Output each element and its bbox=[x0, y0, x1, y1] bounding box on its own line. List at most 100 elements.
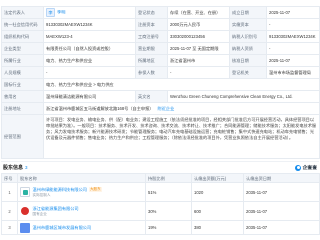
column-header-ratio[interactable]: 持股比例 bbox=[145, 173, 192, 183]
info-row-address: 注册地址 浙江省温州市鹿城区五马街道解放北路168号（自主申报） 附近企业 bbox=[1, 102, 320, 115]
former-name-label: 曾用名 bbox=[1, 90, 44, 103]
info-row-names: 曾用名 温州绿能清洁能源有限公司 英文名 Wenzhou Green Chune… bbox=[1, 90, 320, 103]
legal-rep-avatar-icon[interactable]: 李 bbox=[46, 8, 55, 17]
company-type-value: 有限责任公司（自然人投资或控股） bbox=[43, 42, 136, 55]
registered-address-cell: 浙江省温州市鹿城区五马街道解放北路168号（自主申报） 附近企业 bbox=[43, 102, 320, 115]
shareholder-section-header: 股东信息 3 企查查 bbox=[1, 161, 319, 173]
legal-rep-value: 李李明 bbox=[43, 6, 136, 19]
column-header-date[interactable]: 认缴出资日期 bbox=[243, 173, 320, 183]
tax-id-value: 91330302MAEXW1234K bbox=[266, 30, 320, 43]
info-row-capital: 统一社会信用代码 91330302MAEXW1234K 注册资本 2000万元人… bbox=[1, 18, 320, 31]
major-shareholder-badge: 大股东 bbox=[88, 187, 102, 192]
shareholder-name-cell: 浙江省能源集团有限公司 国有企业 bbox=[17, 201, 146, 221]
column-header-amount[interactable]: 认缴出资额(万元) bbox=[191, 173, 244, 183]
credit-code-value: 91330302MAEXW1234K bbox=[43, 18, 136, 31]
brand-name: 企查查 bbox=[302, 166, 317, 171]
legal-rep-name-link[interactable]: 李明 bbox=[57, 10, 65, 15]
info-row-industry: 所属行业 电力、热力生产和供应业 所属地区 浙江省温州市 核准日期 2025-1… bbox=[1, 54, 320, 67]
approval-date-label: 核准日期 bbox=[229, 54, 267, 67]
row-index: 1 bbox=[1, 182, 18, 202]
industry-label: 所属行业 bbox=[1, 54, 44, 67]
insured-count-label: 参保人数 bbox=[135, 66, 168, 79]
approval-date-value: 2025-11-07 bbox=[266, 54, 320, 67]
business-scope-cell: 许可项目：发电业务、输电业务、供（配）电业务；建设工程施工（依法须经批准的项目，… bbox=[43, 114, 320, 159]
former-name-value: 温州绿能清洁能源有限公司 bbox=[43, 90, 136, 103]
info-row-staff: 人员规模 - 参保人数 - 登记机关 温州市市场监督管理局 bbox=[1, 66, 320, 79]
org-code-value: MAEXW123-4 bbox=[43, 30, 136, 43]
subscribed-date: 2035-11-07 bbox=[243, 182, 320, 202]
table-row: 3 温州市鹿城区城市发展有限公司 19% 380 2035-11-07 bbox=[1, 220, 320, 235]
tax-id-label: 纳税人识别号 bbox=[229, 30, 267, 43]
staff-size-label: 人员规模 bbox=[1, 66, 44, 79]
shareholder-name-link[interactable]: 温州市鹿城区城市发展有限公司 bbox=[33, 225, 92, 230]
column-header-index: 序号 bbox=[1, 173, 18, 183]
registration-authority-label: 登记机关 bbox=[229, 66, 267, 79]
taxpayer-qualification-value: - bbox=[266, 42, 320, 55]
info-row-type: 企业类型 有限责任公司（自然人投资或控股） 营业期限 2025-11-07 至 … bbox=[1, 42, 320, 55]
info-row-national-industry: 国标行业 电力、热力生产和供应业 > 电力供应 bbox=[1, 78, 320, 91]
shareholder-section-title: 股东信息 bbox=[3, 165, 24, 171]
shareholder-table-header: 序号 股东名称 持股比例 认缴出资额(万元) 认缴出资日期 bbox=[1, 173, 320, 183]
registration-authority-value: 温州市市场监督管理局 bbox=[266, 66, 320, 79]
table-row: 1 温州市绿能能源科技有限公司 大股东 实际控制人 51% 1020 2035-… bbox=[1, 182, 320, 202]
national-industry-label: 国标行业 bbox=[1, 78, 44, 91]
company-type-label: 企业类型 bbox=[1, 42, 44, 55]
info-row-codes: 组织机构代码 MAEXW123-4 工商注册号 330302000123456 … bbox=[1, 30, 320, 43]
registered-capital-value: 2000万元人民币 bbox=[167, 18, 230, 31]
subscribed-date: 2035-11-07 bbox=[243, 201, 320, 221]
shareholder-subtitle: 国有企业 bbox=[32, 211, 47, 216]
subscribed-date: 2035-11-07 bbox=[243, 220, 320, 235]
taxpayer-qualification-label: 纳税人资质 bbox=[229, 42, 267, 55]
founded-date-value: 2025-11-07 bbox=[266, 6, 320, 19]
company-logo-icon[interactable] bbox=[20, 222, 30, 233]
company-logo-icon[interactable] bbox=[20, 187, 30, 197]
industry-value: 电力、热力生产和供应业 bbox=[43, 54, 136, 67]
status-value: 存续（在营、开业、在册） bbox=[167, 6, 230, 19]
info-row-business-scope: 经营范围 许可项目：发电业务、输电业务、供（配）电业务；建设工程施工（依法须经批… bbox=[1, 114, 320, 159]
subscribed-amount: 380 bbox=[191, 220, 244, 235]
row-index: 2 bbox=[1, 201, 18, 221]
registered-capital-label: 注册资本 bbox=[135, 18, 168, 31]
brand-logo: 企查查 bbox=[295, 164, 317, 171]
reg-number-value: 330302000123456 bbox=[167, 30, 230, 43]
shareholding-ratio: 19% bbox=[145, 220, 192, 235]
legal-rep-label: 法定代表人 bbox=[1, 6, 44, 19]
status-label: 登记状态 bbox=[135, 6, 168, 19]
business-scope-text: 许可项目：发电业务、输电业务、供（配）电业务；建设工程施工（依法须经批准的项目，… bbox=[46, 116, 317, 141]
staff-size-value: - bbox=[43, 66, 136, 79]
reg-number-label: 工商注册号 bbox=[135, 30, 168, 43]
emblem-logo-icon[interactable] bbox=[20, 206, 30, 216]
business-term-label: 营业期限 bbox=[135, 42, 168, 55]
english-name-label: 英文名 bbox=[135, 90, 168, 103]
shareholder-name-link[interactable]: 浙江省能源集团有限公司 bbox=[33, 206, 79, 211]
registered-address-value: 浙江省温州市鹿城区五马街道解放北路168号（自主申报） bbox=[46, 106, 154, 111]
shareholder-subtitle: 实际控制人 bbox=[32, 192, 51, 197]
business-term-value: 2025-11-07 至 无固定期限 bbox=[167, 42, 230, 55]
insured-count-value: - bbox=[167, 66, 230, 79]
table-row: 2 浙江省能源集团有限公司 国有企业 30% 600 2035-11-07 bbox=[1, 201, 320, 221]
shareholder-name-cell: 温州市鹿城区城市发展有限公司 bbox=[17, 220, 146, 235]
shareholding-ratio: 51% bbox=[145, 182, 192, 202]
region-label: 所属地区 bbox=[135, 54, 168, 67]
business-info-table: 法定代表人 李李明 登记状态 存续（在营、开业、在册） 成立日期 2025-11… bbox=[1, 6, 320, 159]
region-value: 浙江省温州市 bbox=[167, 54, 230, 67]
founded-date-label: 成立日期 bbox=[229, 6, 267, 19]
national-industry-value: 电力、热力生产和供应业 > 电力供应 bbox=[43, 78, 320, 91]
subscribed-amount: 1020 bbox=[191, 182, 244, 202]
info-row-legal-rep: 法定代表人 李李明 登记状态 存续（在营、开业、在册） 成立日期 2025-11… bbox=[1, 6, 320, 19]
org-code-label: 组织机构代码 bbox=[1, 30, 44, 43]
row-index: 3 bbox=[1, 220, 18, 235]
shareholder-name-link[interactable]: 温州市绿能能源科技有限公司 bbox=[33, 187, 87, 192]
column-header-name: 股东名称 bbox=[17, 173, 146, 183]
shareholder-table: 序号 股东名称 持股比例 认缴出资额(万元) 认缴出资日期 1 温州市绿能能源科… bbox=[1, 173, 320, 235]
nearby-companies-link[interactable]: 附近企业 bbox=[158, 106, 175, 111]
paid-capital-label: 实缴资本 bbox=[229, 18, 267, 31]
paid-capital-value: - bbox=[266, 18, 320, 31]
registered-address-label: 注册地址 bbox=[1, 102, 44, 115]
qcc-logo-icon bbox=[295, 164, 302, 171]
credit-code-label: 统一社会信用代码 bbox=[1, 18, 44, 31]
subscribed-amount: 600 bbox=[191, 201, 244, 221]
shareholder-name-cell: 温州市绿能能源科技有限公司 大股东 实际控制人 bbox=[17, 182, 146, 202]
shareholder-count: 3 bbox=[25, 165, 28, 170]
business-scope-label: 经营范围 bbox=[1, 114, 44, 159]
